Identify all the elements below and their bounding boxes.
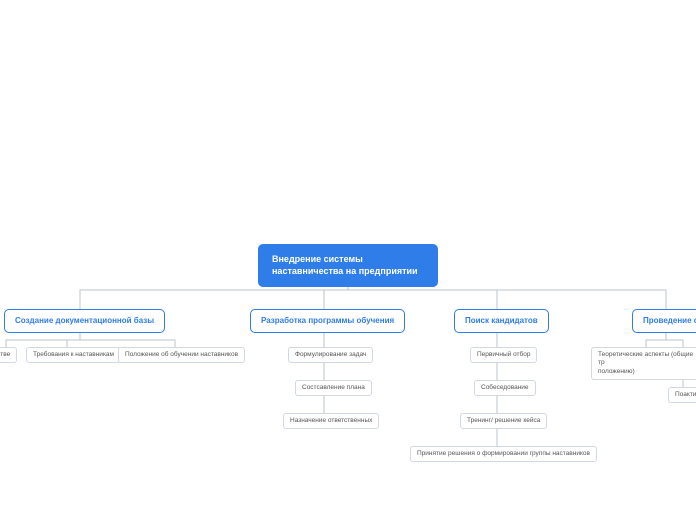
leaf-docs-2[interactable]: Положение об обучении наставников: [118, 347, 245, 363]
branch-conduct[interactable]: Проведение о: [632, 309, 696, 333]
leaf-docs-1[interactable]: Требования к наставникам: [26, 347, 121, 363]
branch-candidates-label: Поиск кандидатов: [465, 316, 538, 325]
branch-docs[interactable]: Создание документационной базы: [4, 309, 165, 333]
leaf-program-2[interactable]: Назначение ответственных: [283, 413, 379, 429]
leaf-candidates-1[interactable]: Собеседование: [474, 380, 536, 396]
leaf-conduct-1[interactable]: Поактика: [668, 387, 696, 403]
leaf-program-0[interactable]: Формулирование задач: [288, 347, 373, 363]
leaf-candidates-3[interactable]: Принятие решения о формировании группы н…: [410, 446, 597, 462]
branch-conduct-label: Проведение о: [643, 316, 696, 325]
branch-candidates[interactable]: Поиск кандидатов: [454, 309, 549, 333]
mindmap-canvas[interactable]: Внедрение системы наставничества на пред…: [0, 0, 696, 520]
leaf-program-1[interactable]: Состсавление плана: [295, 380, 372, 396]
branch-program[interactable]: Разработка программы обучения: [250, 309, 405, 333]
leaf-candidates-0[interactable]: Первичный отбор: [470, 347, 537, 363]
root-title-line2: наставничества на предприятии: [272, 266, 424, 278]
leaf-conduct-0[interactable]: Теоретические аспекты (общие тр положени…: [591, 347, 696, 380]
leaf-candidates-2[interactable]: Тренинг/ решение кейса: [460, 413, 547, 429]
branch-docs-label: Создание документационной базы: [15, 316, 154, 325]
branch-program-label: Разработка программы обучения: [261, 316, 394, 325]
root-title-line1: Внедрение системы: [272, 254, 424, 266]
leaf-docs-0[interactable]: стве: [0, 347, 17, 363]
root-node[interactable]: Внедрение системы наставничества на пред…: [258, 244, 438, 287]
